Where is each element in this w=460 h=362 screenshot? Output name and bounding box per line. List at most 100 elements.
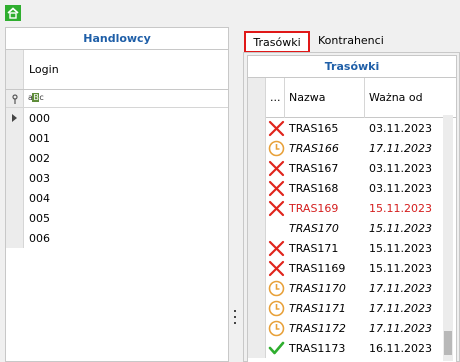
login-cell: 006: [29, 232, 50, 245]
tab-strip: Trasówki Kontrahenci: [242, 29, 460, 53]
salesmen-grid-header: Login: [6, 50, 228, 90]
route-name-cell: TRAS169: [289, 202, 339, 215]
routes-grid-header: ... Nazwa Ważna od: [248, 78, 456, 118]
red-x-icon: [268, 120, 285, 137]
valid-from-cell: 03.11.2023: [369, 122, 432, 135]
table-row[interactable]: TRAS165 03.11.2023: [248, 118, 456, 138]
salesmen-rows: 000 001 002 003 004 005 006: [6, 108, 228, 248]
row-indicator: [6, 148, 24, 168]
route-name-cell: TRAS1170: [289, 282, 346, 295]
login-cell: 001: [29, 132, 50, 145]
table-row[interactable]: 001: [6, 128, 228, 148]
current-row-arrow-icon: [12, 114, 17, 122]
route-name-cell: TRAS1171: [289, 302, 346, 315]
table-row[interactable]: 005: [6, 208, 228, 228]
table-row[interactable]: TRAS1169 15.11.2023: [248, 258, 456, 278]
table-row[interactable]: TRAS1170 17.11.2023: [248, 278, 456, 298]
abc-filter-icon[interactable]: aBc: [28, 93, 44, 102]
valid-from-cell: 17.11.2023: [369, 282, 432, 295]
row-indicator-header: [248, 78, 266, 118]
clock-icon: [268, 280, 285, 297]
valid-from-cell: 16.11.2023: [369, 342, 432, 355]
table-row[interactable]: 000: [6, 108, 228, 128]
valid-from-cell: 17.11.2023: [369, 302, 432, 315]
table-row[interactable]: TRAS170 15.11.2023: [248, 218, 456, 238]
table-row[interactable]: TRAS167 03.11.2023: [248, 158, 456, 178]
table-row[interactable]: 002: [6, 148, 228, 168]
tab-kontrahenci[interactable]: Kontrahenci: [312, 31, 390, 53]
valid-from-cell: 03.11.2023: [369, 182, 432, 195]
table-row[interactable]: TRAS169 15.11.2023: [248, 198, 456, 218]
table-row[interactable]: TRAS168 03.11.2023: [248, 178, 456, 198]
clock-icon: [268, 320, 285, 337]
row-indicator: [248, 138, 266, 158]
row-indicator: [6, 208, 24, 228]
red-x-icon: [268, 240, 285, 257]
red-x-icon: [268, 260, 285, 277]
red-x-icon: [268, 160, 285, 177]
row-indicator: [248, 178, 266, 198]
row-indicator-header: [6, 50, 24, 89]
splitter[interactable]: [230, 27, 242, 362]
column-header-status[interactable]: ...: [266, 78, 285, 118]
row-indicator: [6, 188, 24, 208]
route-name-cell: TRAS1172: [289, 322, 346, 335]
routes-rows: TRAS165 03.11.2023 TRAS166 17.11.2023 TRAS16…: [248, 118, 456, 358]
row-indicator: [248, 338, 266, 358]
route-name-cell: TRAS167: [289, 162, 339, 175]
row-indicator: [248, 198, 266, 218]
column-header-nazwa[interactable]: Nazwa: [285, 78, 365, 118]
route-name-cell: TRAS168: [289, 182, 339, 195]
row-indicator: [248, 218, 266, 238]
home-icon[interactable]: [5, 5, 21, 21]
row-indicator: [248, 258, 266, 278]
valid-from-cell: 15.11.2023: [369, 242, 432, 255]
row-indicator: [248, 278, 266, 298]
vertical-scrollbar[interactable]: [443, 115, 453, 361]
valid-from-cell: 03.11.2023: [369, 162, 432, 175]
table-row[interactable]: 006: [6, 228, 228, 248]
table-row[interactable]: 003: [6, 168, 228, 188]
toolbar: [0, 0, 460, 26]
routes-grid-title: Trasówki: [248, 56, 456, 78]
routes-panel: Trasówki ... Nazwa Ważna od TRAS165 03.11…: [243, 52, 460, 362]
valid-from-cell: 15.11.2023: [369, 222, 432, 235]
red-x-icon: [268, 200, 285, 217]
login-cell: 004: [29, 192, 50, 205]
table-row[interactable]: 004: [6, 188, 228, 208]
routes-grid: Trasówki ... Nazwa Ważna od TRAS165 03.11…: [247, 55, 457, 362]
column-header-login[interactable]: Login: [29, 63, 59, 76]
red-x-icon: [268, 180, 285, 197]
row-indicator: [248, 158, 266, 178]
scrollbar-thumb[interactable]: [444, 331, 452, 355]
route-name-cell: TRAS165: [289, 122, 339, 135]
green-check-icon: [268, 340, 285, 357]
table-row[interactable]: TRAS1172 17.11.2023: [248, 318, 456, 338]
row-indicator: [6, 168, 24, 188]
row-indicator: [248, 238, 266, 258]
valid-from-cell: 15.11.2023: [369, 262, 432, 275]
route-name-cell: TRAS170: [289, 222, 339, 235]
row-indicator: [6, 128, 24, 148]
table-row[interactable]: TRAS171 15.11.2023: [248, 238, 456, 258]
tab-trasowki[interactable]: Trasówki: [244, 31, 310, 53]
row-indicator: [248, 298, 266, 318]
login-cell: 002: [29, 152, 50, 165]
table-row[interactable]: TRAS1173 16.11.2023: [248, 338, 456, 358]
splitter-grip-icon: [234, 310, 236, 324]
route-name-cell: TRAS171: [289, 242, 339, 255]
clock-icon: [268, 140, 285, 157]
login-cell: 003: [29, 172, 50, 185]
route-name-cell: TRAS1173: [289, 342, 346, 355]
login-cell: 005: [29, 212, 50, 225]
filter-row[interactable]: aBc: [6, 90, 228, 108]
route-name-cell: TRAS1169: [289, 262, 346, 275]
column-header-wazna-od[interactable]: Ważna od: [365, 78, 456, 118]
row-indicator: [6, 228, 24, 248]
clock-icon: [268, 300, 285, 317]
row-indicator: [248, 118, 266, 138]
salesmen-grid-title: Handlowcy: [6, 28, 228, 50]
row-indicator: [6, 108, 24, 128]
table-row[interactable]: TRAS1171 17.11.2023: [248, 298, 456, 318]
table-row[interactable]: TRAS166 17.11.2023: [248, 138, 456, 158]
